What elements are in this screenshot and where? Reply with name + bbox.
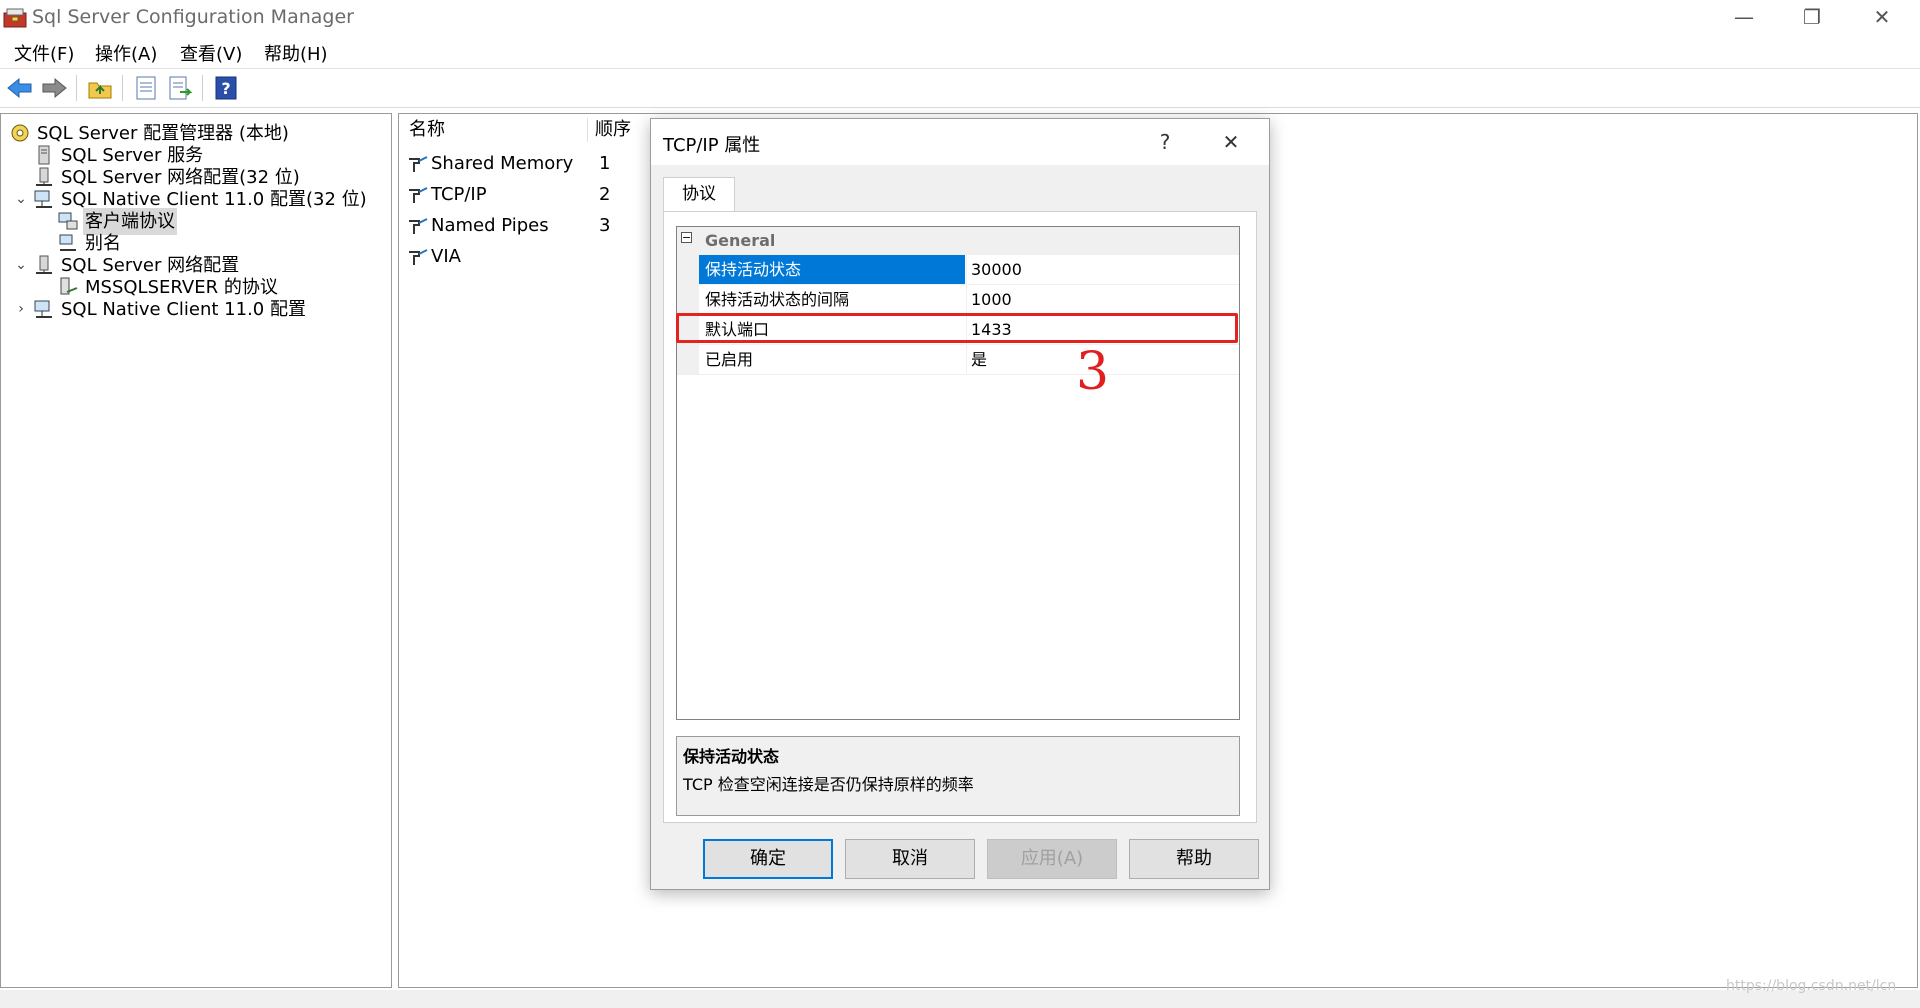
forward-arrow-icon[interactable]: [40, 74, 68, 102]
menu-file[interactable]: 文件(F): [14, 40, 74, 66]
highlight-rectangle: [676, 313, 1238, 343]
property-gutter: [677, 255, 699, 285]
status-bar: [0, 990, 1920, 1008]
protocol-list-row[interactable]: Shared Memory 1: [403, 148, 643, 179]
protocol-name: Named Pipes: [431, 215, 549, 236]
back-arrow-icon[interactable]: [6, 74, 34, 102]
property-name[interactable]: 已启用: [699, 345, 965, 375]
help-icon[interactable]: ?: [212, 74, 240, 102]
protocol-order: 3: [599, 215, 611, 236]
export-list-icon[interactable]: [166, 74, 194, 102]
dialog-title: TCP/IP 属性: [663, 135, 761, 156]
protocol-icon: [407, 247, 429, 267]
tab-strip: 协议: [663, 177, 1257, 213]
protocol-icon: [407, 185, 429, 205]
tab-body: − General 保持活动状态 30000 保持活动状态的间隔 1000 默认端口 14…: [663, 211, 1257, 823]
app-toolbox-icon: [3, 8, 27, 28]
native-client-icon: [33, 298, 55, 320]
watermark: https://blog.csdn.net/lcn: [1726, 978, 1897, 994]
help-button[interactable]: 帮助: [1129, 839, 1259, 879]
menu-help[interactable]: 帮助(H): [264, 40, 328, 66]
property-description-box: 保持活动状态 TCP 检查空闲连接是否仍保持原样的频率: [676, 736, 1240, 816]
toolbar-separator: [202, 75, 203, 101]
alias-icon: [57, 232, 79, 254]
chevron-right-icon[interactable]: ›: [13, 296, 29, 323]
protocol-list-row[interactable]: Named Pipes 3: [403, 210, 643, 241]
property-name[interactable]: 保持活动状态的间隔: [699, 285, 965, 315]
svg-text:?: ?: [221, 79, 230, 98]
toolbar-separator: [122, 75, 123, 101]
protocol-order: 2: [599, 184, 611, 205]
tree-node-label: SQL Native Client 11.0 配置: [61, 299, 306, 320]
property-value[interactable]: 30000: [966, 255, 1239, 285]
close-window-button[interactable]: ✕: [1850, 0, 1914, 34]
protocol-order: 1: [599, 153, 611, 174]
window-title: Sql Server Configuration Manager: [32, 6, 354, 28]
property-gutter: [677, 285, 699, 315]
dialog-close-button[interactable]: ✕: [1211, 127, 1251, 157]
protocol-icon: [407, 216, 429, 236]
property-row[interactable]: 保持活动状态的间隔 1000: [677, 285, 1239, 315]
toolbar-separator: [76, 75, 77, 101]
protocol-name: Shared Memory: [431, 153, 574, 174]
tab-protocol[interactable]: 协议: [663, 177, 735, 213]
up-folder-icon[interactable]: [86, 74, 114, 102]
apply-button[interactable]: 应用(A): [987, 839, 1117, 879]
protocol-list-row[interactable]: VIA: [403, 241, 643, 272]
menu-action[interactable]: 操作(A): [95, 40, 157, 66]
dialog-titlebar: TCP/IP 属性 ? ✕: [651, 119, 1269, 165]
tree-node[interactable]: › SQL Native Client 11.0 配置: [1, 296, 389, 323]
menu-view[interactable]: 查看(V): [180, 40, 242, 66]
column-header-order[interactable]: 顺序: [595, 114, 631, 146]
tcpip-properties-dialog: TCP/IP 属性 ? ✕ 协议 − General 保持活动状态 30000 保持…: [650, 118, 1270, 890]
property-name[interactable]: 保持活动状态: [699, 255, 965, 285]
config-manager-icon: [9, 122, 31, 144]
client-protocol-icon: [57, 210, 79, 232]
annotation-number: 3: [1076, 342, 1110, 402]
property-category-label: General: [705, 231, 776, 250]
properties-icon[interactable]: [132, 74, 160, 102]
protocol-name: VIA: [431, 246, 461, 267]
native-client-icon: [33, 188, 55, 210]
property-row[interactable]: 已启用是: [677, 345, 1239, 375]
toolbar: ?: [0, 69, 1920, 108]
property-value[interactable]: 1000: [966, 285, 1239, 315]
minimize-button[interactable]: —: [1712, 0, 1776, 34]
tree-pane: SQL Server 配置管理器 (本地) SQL Server 服务 SQL Se…: [0, 113, 392, 988]
description-text: TCP 检查空闲连接是否仍保持原样的频率: [683, 775, 974, 794]
network-config-icon: [33, 254, 55, 276]
protocol-icon: [57, 276, 79, 298]
window-titlebar: Sql Server Configuration Manager — ❐ ✕: [0, 0, 1920, 36]
restore-button[interactable]: ❐: [1780, 0, 1844, 34]
protocol-list-row[interactable]: TCP/IP 2: [403, 179, 643, 210]
property-grid: − General 保持活动状态 30000 保持活动状态的间隔 1000 默认端口 14…: [676, 226, 1240, 720]
services-icon: [33, 144, 55, 166]
dialog-help-button[interactable]: ?: [1145, 127, 1185, 157]
property-category-row[interactable]: − General: [677, 227, 1239, 255]
cancel-button[interactable]: 取消: [845, 839, 975, 879]
column-header-name[interactable]: 名称: [409, 114, 445, 146]
description-title: 保持活动状态: [683, 747, 780, 766]
network-config-icon: [33, 166, 55, 188]
property-gutter: [677, 345, 699, 375]
ok-button[interactable]: 确定: [703, 839, 833, 879]
protocol-icon: [407, 154, 429, 174]
protocol-name: TCP/IP: [431, 184, 487, 205]
collapse-minus-icon[interactable]: −: [681, 232, 692, 243]
property-row[interactable]: 保持活动状态 30000: [677, 255, 1239, 285]
menu-bar: 文件(F) 操作(A) 查看(V) 帮助(H): [0, 36, 1920, 69]
column-separator[interactable]: [587, 118, 588, 142]
